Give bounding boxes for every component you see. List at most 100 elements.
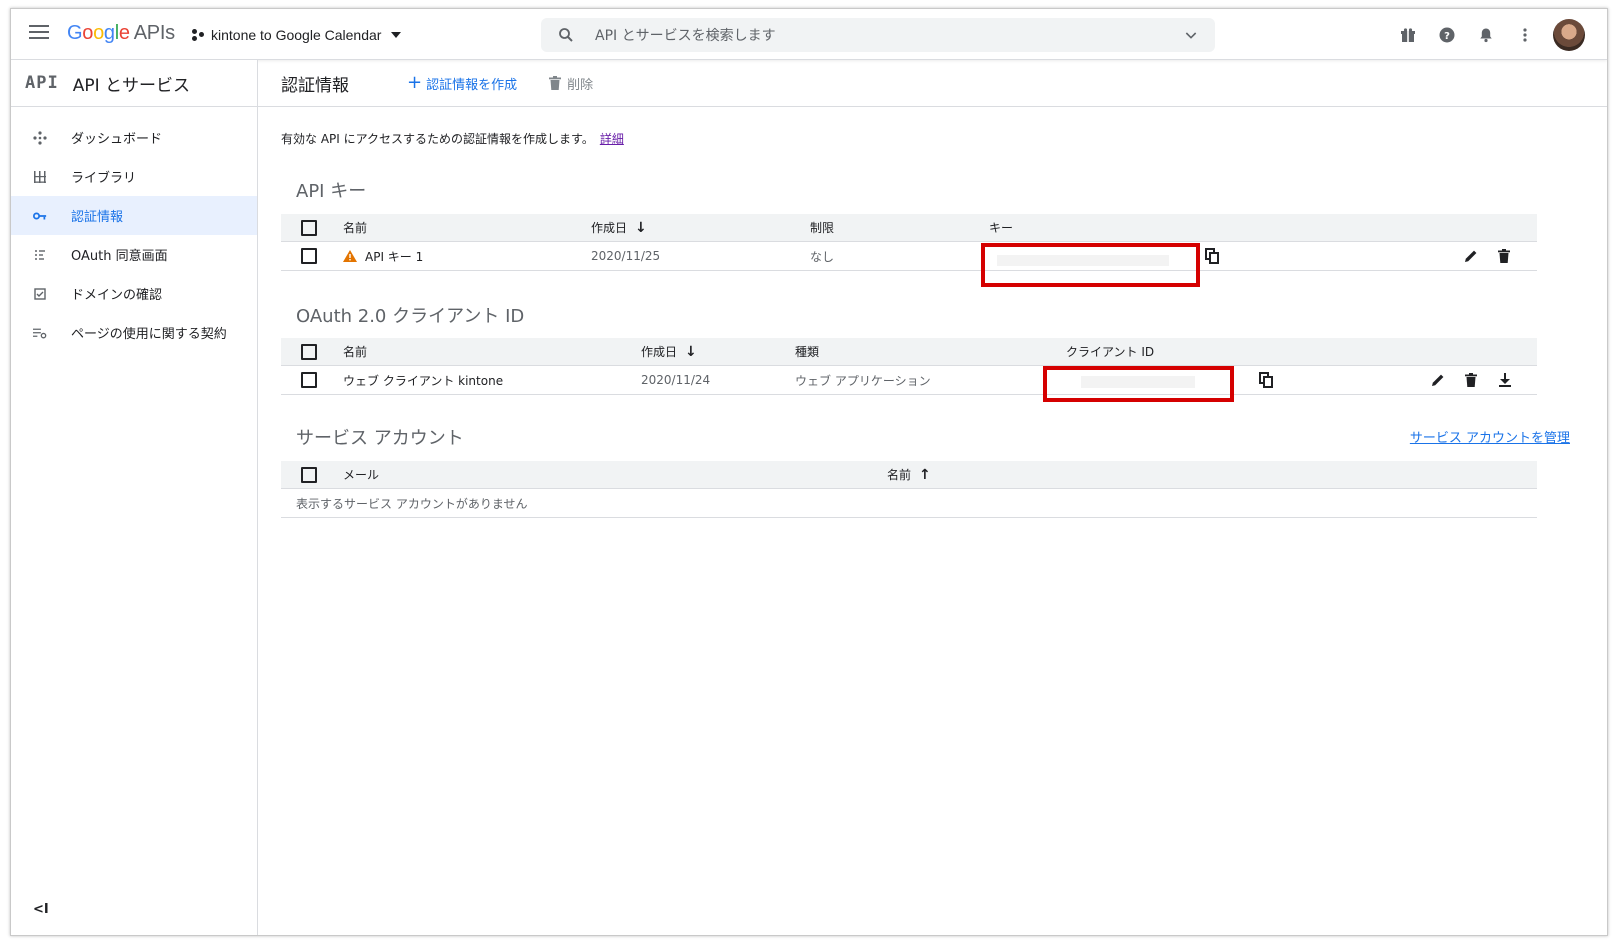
key-icon bbox=[33, 209, 47, 223]
api-keys-section-title: API キー bbox=[296, 181, 367, 202]
col-email: メール bbox=[343, 468, 380, 482]
sort-up-icon: ↑ bbox=[919, 466, 931, 483]
create-credentials-label: 認証情報を作成 bbox=[426, 77, 518, 93]
edit-pencil-icon[interactable] bbox=[1431, 366, 1445, 394]
select-all-checkbox[interactable] bbox=[301, 461, 317, 488]
details-link[interactable]: 詳細 bbox=[600, 132, 624, 146]
empty-row: 表示するサービス アカウントがありません bbox=[281, 489, 1537, 518]
col-name[interactable]: 名前 ↑ bbox=[887, 461, 931, 488]
delete-label: 削除 bbox=[567, 77, 594, 93]
col-type: 種類 bbox=[795, 345, 820, 359]
api-key-restriction: なし bbox=[810, 249, 835, 264]
oauth-client-name[interactable]: ウェブ クライアント kintone bbox=[343, 366, 503, 394]
col-created[interactable]: 作成日 ↓ bbox=[591, 214, 647, 241]
svg-text:?: ? bbox=[1444, 31, 1450, 42]
api-keys-table: 名前 作成日 ↓ 制限 キー API キー 1 2020/11/25 なし bbox=[281, 214, 1537, 271]
page-usage-icon bbox=[33, 326, 47, 340]
menu-icon[interactable] bbox=[29, 25, 49, 43]
intro-description: 有効な API にアクセスするための認証情報を作成します。 bbox=[281, 132, 594, 146]
search-icon bbox=[559, 28, 573, 42]
gift-icon[interactable] bbox=[1398, 25, 1418, 45]
sidebar-item-label: OAuth 同意画面 bbox=[71, 249, 168, 264]
oauth-client-type: ウェブ アプリケーション bbox=[795, 373, 931, 388]
sidebar-item-label: 認証情報 bbox=[71, 210, 124, 225]
oauth-table: 名前 作成日 ↓ 種類 クライアント ID ウェブ クライアント kintone … bbox=[281, 338, 1537, 395]
row-checkbox[interactable] bbox=[301, 366, 317, 394]
trash-icon[interactable] bbox=[1498, 242, 1510, 270]
create-credentials-button[interactable]: + 認証情報を作成 bbox=[407, 74, 517, 93]
sidebar-item-library[interactable]: ライブラリ bbox=[11, 157, 257, 196]
collapse-nav-button[interactable]: <I bbox=[33, 902, 49, 917]
download-icon[interactable] bbox=[1498, 366, 1512, 394]
logo-letter: o bbox=[93, 22, 104, 44]
nav-list: ダッシュボード ライブラリ 認証情報 OAuth 同意画面 ドメインの確認 ペー… bbox=[11, 118, 257, 352]
table-row[interactable]: ウェブ クライアント kintone 2020/11/24 ウェブ アプリケーシ… bbox=[281, 366, 1537, 395]
service-accounts-section-title: サービス アカウント bbox=[296, 428, 464, 449]
col-created-label: 作成日 bbox=[591, 221, 628, 235]
google-apis-logo[interactable]: Google APIs bbox=[67, 22, 175, 45]
oauth-client-created: 2020/11/24 bbox=[641, 373, 711, 387]
api-key-name[interactable]: API キー 1 bbox=[343, 242, 423, 270]
page-title: 認証情報 bbox=[281, 75, 349, 96]
notifications-bell-icon[interactable] bbox=[1476, 25, 1496, 45]
api-logo-icon: API bbox=[25, 73, 59, 93]
sidebar-item-credentials[interactable]: 認証情報 bbox=[11, 196, 257, 235]
logo-letter: g bbox=[103, 22, 115, 44]
oauth-consent-icon bbox=[33, 248, 47, 262]
edit-pencil-icon[interactable] bbox=[1464, 242, 1478, 270]
table-header: 名前 作成日 ↓ 種類 クライアント ID bbox=[281, 338, 1537, 366]
table-row[interactable]: API キー 1 2020/11/25 なし bbox=[281, 242, 1537, 271]
redacted-client-id bbox=[1081, 376, 1195, 388]
avatar[interactable] bbox=[1553, 19, 1585, 51]
dropdown-caret-icon bbox=[391, 32, 402, 38]
project-icon bbox=[191, 28, 205, 42]
sidebar-item-page-usage[interactable]: ページの使用に関する契約 bbox=[11, 313, 257, 352]
sidebar-item-oauth-consent[interactable]: OAuth 同意画面 bbox=[11, 235, 257, 274]
col-name[interactable]: 名前 bbox=[343, 338, 367, 365]
search-input[interactable]: API とサービスを検索します bbox=[595, 25, 1183, 45]
trash-icon[interactable] bbox=[1465, 366, 1477, 394]
empty-state-text: 表示するサービス アカウントがありません bbox=[296, 496, 528, 511]
sidebar-item-domain-verification[interactable]: ドメインの確認 bbox=[11, 274, 257, 313]
manage-service-accounts-link[interactable]: サービス アカウントを管理 bbox=[1410, 427, 1570, 446]
api-key-created: 2020/11/25 bbox=[591, 249, 661, 263]
api-key-highlight-box bbox=[981, 243, 1200, 287]
logo-apis-text: APIs bbox=[133, 22, 175, 44]
oauth-section-title: OAuth 2.0 クライアント ID bbox=[296, 306, 525, 327]
intro-text: 有効な API にアクセスするための認証情報を作成します。 詳細 bbox=[281, 130, 624, 147]
table-header: メール 名前 ↑ bbox=[281, 461, 1537, 489]
col-created-label: 作成日 bbox=[641, 345, 678, 359]
main-content: 認証情報 + 認証情報を作成 削除 有効な API にアクセスするための認証情報… bbox=[258, 60, 1607, 935]
logo-letter: G bbox=[67, 22, 83, 44]
logo-letter: o bbox=[82, 22, 94, 44]
redacted-api-key bbox=[997, 255, 1169, 266]
page-header: 認証情報 + 認証情報を作成 削除 bbox=[258, 60, 1607, 107]
sort-down-icon: ↓ bbox=[685, 343, 697, 360]
sidebar-item-label: ライブラリ bbox=[71, 171, 137, 186]
top-actions: ? bbox=[1379, 19, 1585, 51]
row-checkbox[interactable] bbox=[301, 242, 317, 270]
copy-icon[interactable] bbox=[1259, 366, 1273, 394]
search-bar[interactable]: API とサービスを検索します bbox=[541, 18, 1215, 52]
domain-verify-icon bbox=[33, 287, 47, 301]
plus-icon: + bbox=[407, 72, 423, 93]
col-created[interactable]: 作成日 ↓ bbox=[641, 338, 697, 365]
copy-icon[interactable] bbox=[1205, 242, 1219, 270]
more-vert-icon[interactable] bbox=[1515, 25, 1535, 45]
col-name[interactable]: 名前 bbox=[343, 214, 367, 241]
project-selector[interactable]: kintone to Google Calendar bbox=[191, 27, 402, 43]
col-client-id: クライアント ID bbox=[1066, 345, 1155, 359]
select-all-checkbox[interactable] bbox=[301, 214, 317, 241]
delete-button[interactable]: 削除 bbox=[549, 74, 593, 93]
logo-letter: e bbox=[118, 22, 130, 44]
sidebar-item-dashboard[interactable]: ダッシュボード bbox=[11, 118, 257, 157]
chevron-down-icon[interactable] bbox=[1183, 27, 1199, 43]
table-header: 名前 作成日 ↓ 制限 キー bbox=[281, 214, 1537, 242]
project-name: kintone to Google Calendar bbox=[211, 27, 382, 43]
browser-frame: Google APIs kintone to Google Calendar AP… bbox=[10, 8, 1608, 936]
warning-icon bbox=[343, 250, 357, 262]
select-all-checkbox[interactable] bbox=[301, 338, 317, 365]
col-restriction: 制限 bbox=[810, 221, 835, 235]
dashboard-icon bbox=[33, 130, 47, 145]
help-icon[interactable]: ? bbox=[1437, 25, 1457, 45]
